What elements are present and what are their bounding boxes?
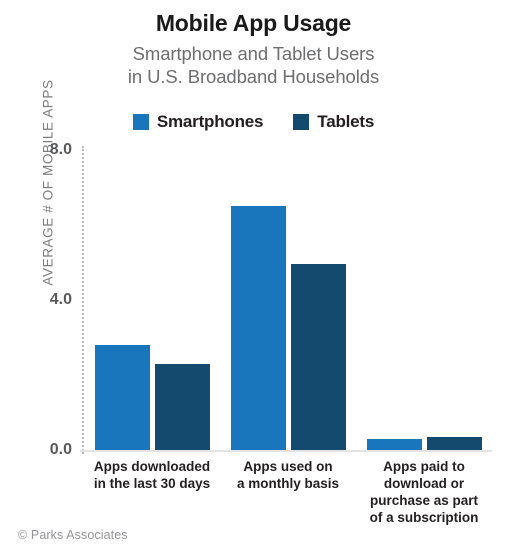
chart-title: Mobile App Usage [155,10,352,36]
y-tick-label: 0.0 [49,441,72,458]
category-label-line: of a subscription [369,510,479,525]
category-label-line: purchase as part [369,493,479,508]
chart-subtitle-line-1: Smartphone and Tablet Users [132,43,375,64]
source-credit: © Parks Associates [18,528,128,542]
category-label-line: Apps paid to [383,459,465,474]
category-label-line: download or [383,476,465,491]
legend-swatch-smartphones [132,114,149,130]
legend-label-tablets: Tablets [317,112,375,131]
bar-smartphones-1 [230,206,286,450]
y-tick-label: 4.0 [49,291,72,308]
mobile-app-usage-chart: Mobile App Usage Smartphone and Tablet U… [0,0,507,552]
legend-label-smartphones: Smartphones [156,112,264,131]
plot-area [80,146,492,454]
x-axis-category-labels: Apps downloaded in the last 30 days Apps u… [0,458,507,538]
chart-legend: Smartphones Tablets [0,112,507,132]
chart-subtitle-line-2: in U.S. Broadband Households [127,66,380,87]
legend-swatch-tablets [293,114,310,130]
bar-smartphones-2 [366,438,422,450]
y-tick-label: 8.0 [49,141,72,158]
legend-item-tablets: Tablets [293,112,374,132]
bar-smartphones-0 [94,345,150,450]
legend-item-smartphones: Smartphones [132,112,264,132]
bar-group [230,150,346,450]
bar-group [366,150,482,450]
chart-header: Mobile App Usage Smartphone and Tablet U… [0,8,507,88]
x-axis-baseline [80,450,492,452]
bar-tablets-2 [426,436,482,450]
bar-tablets-0 [154,363,210,450]
chart-subtitle: Smartphone and Tablet Users in U.S. Broa… [0,42,507,88]
bar-group [94,150,210,450]
bar-tablets-1 [290,264,346,450]
category-label: Apps paid to download or purchase as part o… [344,458,504,526]
bar-groups [84,150,492,450]
y-axis-ticks: 0.0 4.0 8.0 [0,141,84,458]
